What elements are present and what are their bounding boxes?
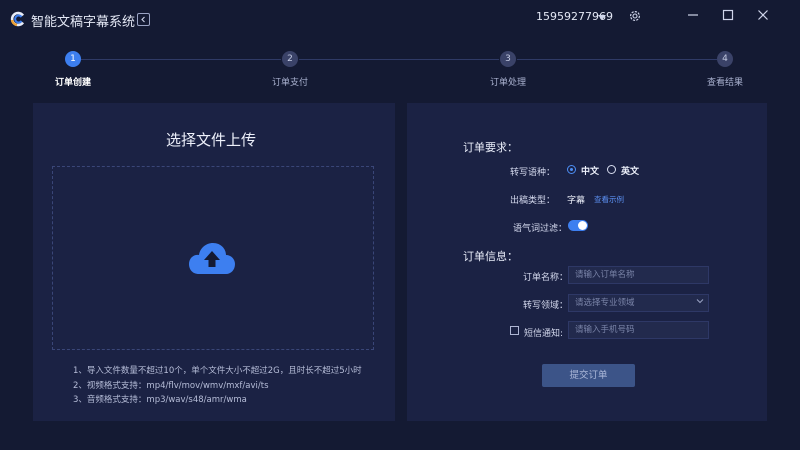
chevron-down-icon[interactable] bbox=[696, 298, 704, 304]
output-type-label: 出稿类型： bbox=[510, 196, 556, 206]
step-connector bbox=[299, 59, 499, 60]
maximize-icon[interactable] bbox=[721, 8, 735, 22]
domain-label: 转写领域： bbox=[523, 301, 569, 311]
cloud-upload-icon[interactable] bbox=[189, 242, 235, 276]
chevron-left-icon bbox=[141, 16, 145, 23]
filter-label: 语气词过滤： bbox=[513, 224, 568, 234]
step-1-label: 订单创建 bbox=[55, 78, 92, 88]
upload-title: 选择文件上传 bbox=[166, 131, 257, 149]
language-label: 转写语种： bbox=[510, 168, 556, 178]
sms-checkbox[interactable] bbox=[510, 326, 519, 335]
order-requirements-title: 订单要求： bbox=[463, 141, 518, 154]
domain-select[interactable]: 请选择专业领域 bbox=[568, 294, 709, 312]
app-logo-icon bbox=[10, 11, 25, 27]
upload-note-3: 3、音频格式支持：mp3/wav/s48/amr/wma bbox=[73, 395, 247, 405]
upload-note-2: 2、视频格式支持：mp4/flv/mov/wmv/mxf/avi/ts bbox=[73, 381, 269, 391]
upload-note-1: 1、导入文件数量不超过10个，单个文件大小不超过2G，且时长不超过5小时 bbox=[73, 366, 362, 376]
collapse-back-button[interactable] bbox=[137, 13, 150, 26]
step-3-label: 订单处理 bbox=[490, 78, 527, 88]
lang-en-label[interactable]: 英文 bbox=[621, 164, 639, 177]
app-title: 智能文稿字幕系统 bbox=[31, 15, 136, 30]
order-info-title: 订单信息： bbox=[463, 250, 518, 263]
step-2-label: 订单支付 bbox=[272, 78, 309, 88]
chevron-down-icon[interactable] bbox=[598, 15, 606, 20]
lang-en-radio[interactable] bbox=[607, 165, 616, 174]
step-1-circle: 1 bbox=[65, 51, 81, 67]
view-example-link[interactable]: 查看示例 bbox=[594, 194, 624, 205]
phone-input[interactable]: 请输入手机号码 bbox=[568, 321, 709, 339]
filter-toggle[interactable] bbox=[568, 220, 588, 231]
step-connector bbox=[517, 59, 717, 60]
minimize-icon[interactable] bbox=[686, 8, 700, 22]
lang-zh-label[interactable]: 中文 bbox=[581, 164, 599, 177]
order-name-input[interactable]: 请输入订单名称 bbox=[568, 266, 709, 284]
step-connector bbox=[81, 59, 281, 60]
submit-order-button[interactable]: 提交订单 bbox=[542, 364, 635, 387]
step-3-circle: 3 bbox=[500, 51, 516, 67]
lang-zh-radio[interactable] bbox=[567, 165, 576, 174]
order-name-label: 订单名称： bbox=[523, 273, 569, 283]
sms-label: 短信通知: bbox=[524, 329, 564, 339]
step-4-circle: 4 bbox=[717, 51, 733, 67]
close-icon[interactable] bbox=[756, 8, 770, 22]
output-type-value: 字幕 bbox=[567, 196, 586, 206]
step-2-circle: 2 bbox=[282, 51, 298, 67]
gear-icon[interactable] bbox=[628, 9, 642, 23]
step-4-label: 查看结果 bbox=[707, 78, 744, 88]
